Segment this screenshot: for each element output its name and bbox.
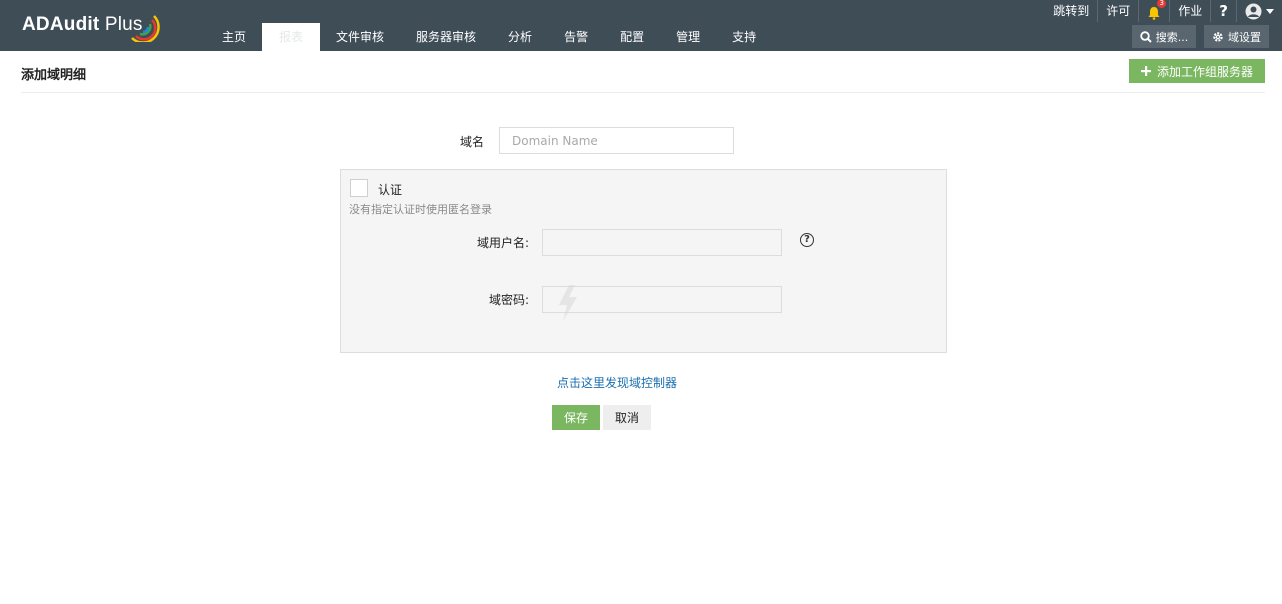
add-workgroup-server-label: 添加工作组服务器	[1156, 64, 1253, 79]
license-link[interactable]: 许可	[1098, 0, 1140, 22]
domain-password-label: 域密码:	[488, 293, 529, 307]
user-menu-button[interactable]	[1237, 3, 1282, 20]
help-button[interactable]: ?	[1211, 0, 1237, 22]
search-button[interactable]: 搜索...	[1132, 25, 1196, 48]
jump-to-link[interactable]: 跳转到	[1045, 0, 1099, 22]
title-divider	[21, 92, 1265, 93]
tab-file-audit[interactable]: 文件审核	[320, 23, 400, 51]
tab-admin[interactable]: 管理	[660, 23, 716, 51]
gear-icon	[1213, 31, 1223, 42]
top-links: 跳转到 许可 3 作业 ?	[1045, 0, 1282, 22]
domain-username-label: 域用户名:	[476, 236, 529, 250]
tab-analytics[interactable]: 分析	[492, 23, 548, 51]
main-nav: 主页 报表 文件审核 服务器审核 分析 告警 配置 管理 支持	[206, 23, 772, 51]
notifications-button[interactable]: 3	[1139, 0, 1171, 22]
domain-settings-button[interactable]: 域设置	[1204, 25, 1269, 48]
search-icon	[1140, 30, 1152, 43]
authentication-panel: 认证 没有指定认证时使用匿名登录 域用户名: ? 域密码:	[340, 169, 947, 353]
discover-domain-controllers-link[interactable]: 点击这里发现域控制器	[557, 374, 677, 391]
chevron-down-icon	[1266, 8, 1274, 14]
domain-name-input[interactable]	[499, 127, 734, 154]
tab-configuration[interactable]: 配置	[604, 23, 660, 51]
authentication-hint: 没有指定认证时使用匿名登录	[349, 203, 492, 216]
domain-settings-label: 域设置	[1228, 30, 1261, 44]
domain-username-input[interactable]	[542, 229, 782, 256]
watermark-logo-icon	[559, 285, 577, 321]
cancel-button[interactable]: 取消	[603, 405, 651, 430]
bell-icon: 3	[1147, 0, 1167, 20]
add-workgroup-server-button[interactable]: 添加工作组服务器	[1129, 59, 1265, 83]
logo-text: ADAudit Plus	[22, 14, 143, 35]
authentication-checkbox[interactable]	[350, 179, 368, 197]
tab-support[interactable]: 支持	[716, 23, 772, 51]
tab-server-audit[interactable]: 服务器审核	[400, 23, 492, 51]
notification-count-badge: 3	[1157, 0, 1167, 8]
save-button[interactable]: 保存	[552, 405, 600, 430]
domain-name-label: 域名	[459, 135, 484, 149]
logo[interactable]: ADAudit Plus	[22, 8, 160, 42]
authentication-label: 认证	[378, 183, 403, 197]
tab-alerts[interactable]: 告警	[548, 23, 604, 51]
top-bar: ADAudit Plus 主页 报表 文件审核 服务器审核 分析 告警 配置 管…	[0, 0, 1282, 51]
page-title: 添加域明细	[21, 68, 87, 83]
user-avatar-icon	[1245, 3, 1262, 19]
help-icon[interactable]: ?	[800, 233, 814, 247]
tab-reports[interactable]: 报表	[262, 23, 321, 51]
search-button-label: 搜索...	[1155, 30, 1189, 44]
plus-icon	[1140, 66, 1151, 76]
logo-swoosh-icon	[131, 15, 160, 42]
jobs-link[interactable]: 作业	[1170, 0, 1212, 22]
tab-home[interactable]: 主页	[206, 23, 262, 51]
